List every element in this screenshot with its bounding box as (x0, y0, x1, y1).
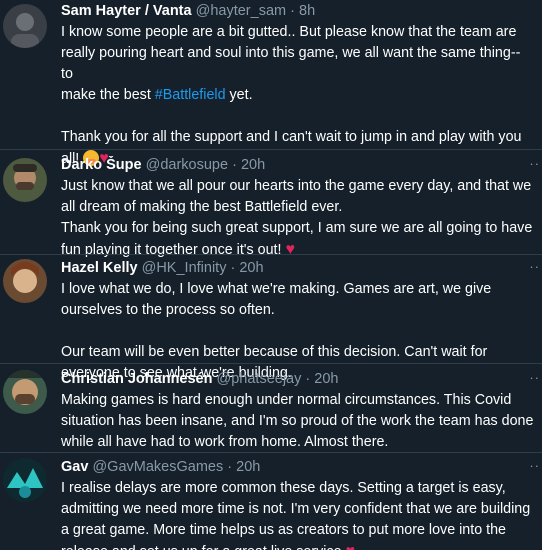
separator-dot: · (227, 459, 233, 475)
user-handle[interactable]: @hayter_sam (196, 3, 286, 19)
more-options-icon[interactable]: ·· (529, 260, 540, 273)
tweet-text: I know some people are a bit gutted.. Bu… (61, 22, 536, 170)
separator-dot: · (290, 3, 295, 19)
display-name[interactable]: Gav (61, 459, 88, 475)
timestamp[interactable]: 20h (239, 260, 263, 276)
tweet-header: Gav @GavMakesGames · 20h (61, 458, 536, 477)
tweet-text: I love what we do, I love what we're mak… (61, 281, 492, 381)
red-heart-icon: ♥ (285, 241, 295, 258)
more-options-icon[interactable]: ·· (529, 371, 540, 384)
divider (0, 363, 542, 364)
tweet-header: Sam Hayter / Vanta @hayter_sam · 8h (61, 2, 536, 21)
tweet-sam-hayter[interactable]: Sam Hayter / Vanta @hayter_sam · 8h I kn… (0, 2, 542, 167)
divider (0, 254, 542, 255)
tweet-header: Christian Johannesén @phatseejay · 20h (61, 370, 536, 389)
user-handle[interactable]: @darkosupe (146, 157, 228, 173)
avatar[interactable] (3, 158, 47, 202)
user-handle[interactable]: @GavMakesGames (92, 459, 223, 475)
divider (0, 149, 542, 150)
display-name[interactable]: Sam Hayter / Vanta (61, 3, 192, 19)
display-name[interactable]: Hazel Kelly (61, 260, 138, 276)
tweet-header: Hazel Kelly @HK_Infinity · 20h (61, 259, 536, 278)
red-heart-icon: ♥ (346, 543, 356, 550)
tweet-feed: Sam Hayter / Vanta @hayter_sam · 8h I kn… (0, 0, 542, 550)
tweet-darko-supe[interactable]: ·· Darko Šupe @darkosupe · 20h Just know… (0, 156, 542, 258)
display-name[interactable]: Darko Šupe (61, 157, 142, 173)
timestamp[interactable]: 8h (299, 3, 315, 19)
display-name[interactable]: Christian Johannesén (61, 371, 212, 387)
separator-dot: · (230, 260, 236, 276)
tweet-text: Just know that we all pour our hearts in… (61, 176, 536, 261)
tweet-text-part: I realise delays are more common these d… (61, 480, 531, 550)
avatar[interactable] (3, 370, 47, 414)
tweet-text: Making games is hard enough under normal… (61, 392, 534, 450)
more-options-icon[interactable]: ·· (529, 459, 540, 472)
timestamp[interactable]: 20h (241, 157, 265, 173)
timestamp[interactable]: 20h (236, 459, 260, 475)
tweet-text-part: Just know that we all pour our hearts in… (61, 178, 533, 258)
hashtag-link[interactable]: #Battlefield (155, 87, 226, 103)
tweet-text-part: I know some people are a bit gutted.. Bu… (61, 24, 521, 103)
separator-dot: · (232, 157, 237, 173)
user-handle[interactable]: @phatseejay (217, 371, 302, 387)
tweet-gav[interactable]: ·· Gav @GavMakesGames · 20h I realise de… (0, 458, 542, 550)
divider (0, 452, 542, 453)
tweet-christian-johannesen[interactable]: ·· Christian Johannesén @phatseejay · 20… (0, 370, 542, 450)
separator-dot: · (305, 371, 311, 387)
tweet-text: I realise delays are more common these d… (61, 478, 536, 550)
more-options-icon[interactable]: ·· (529, 157, 540, 170)
avatar[interactable] (3, 458, 47, 502)
timestamp[interactable]: 20h (314, 371, 338, 387)
avatar[interactable] (3, 259, 47, 303)
avatar[interactable] (3, 4, 47, 48)
user-handle[interactable]: @HK_Infinity (142, 260, 227, 276)
tweet-header: Darko Šupe @darkosupe · 20h (61, 156, 536, 175)
tweet-hazel-kelly[interactable]: ·· Hazel Kelly @HK_Infinity · 20h I love… (0, 259, 542, 381)
